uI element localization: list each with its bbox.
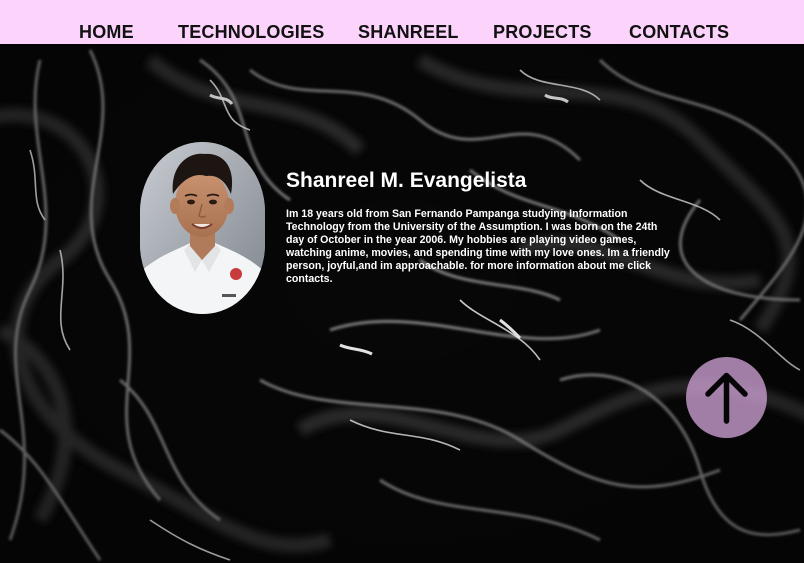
nav-home-link[interactable]: HOME	[79, 21, 134, 43]
nav-shanreel-link[interactable]: SHANREEL	[358, 21, 459, 43]
nav-technologies-link[interactable]: TECHNOLOGIES	[178, 21, 324, 43]
nav-projects-link[interactable]: PROJECTS	[493, 21, 592, 43]
arrow-up-icon	[705, 372, 748, 424]
nav-contacts-link[interactable]: CONTACTS	[629, 21, 729, 43]
profile-name: Shanreel M. Evangelista	[286, 169, 527, 192]
page: HOME TECHNOLOGIES SHANREEL PROJECTS CONT…	[0, 0, 804, 563]
scroll-to-top-button[interactable]	[686, 357, 767, 438]
top-nav: HOME TECHNOLOGIES SHANREEL PROJECTS CONT…	[0, 0, 804, 44]
profile-bio: Im 18 years old from San Fernando Pampan…	[286, 208, 670, 285]
profile-photo	[140, 142, 265, 314]
